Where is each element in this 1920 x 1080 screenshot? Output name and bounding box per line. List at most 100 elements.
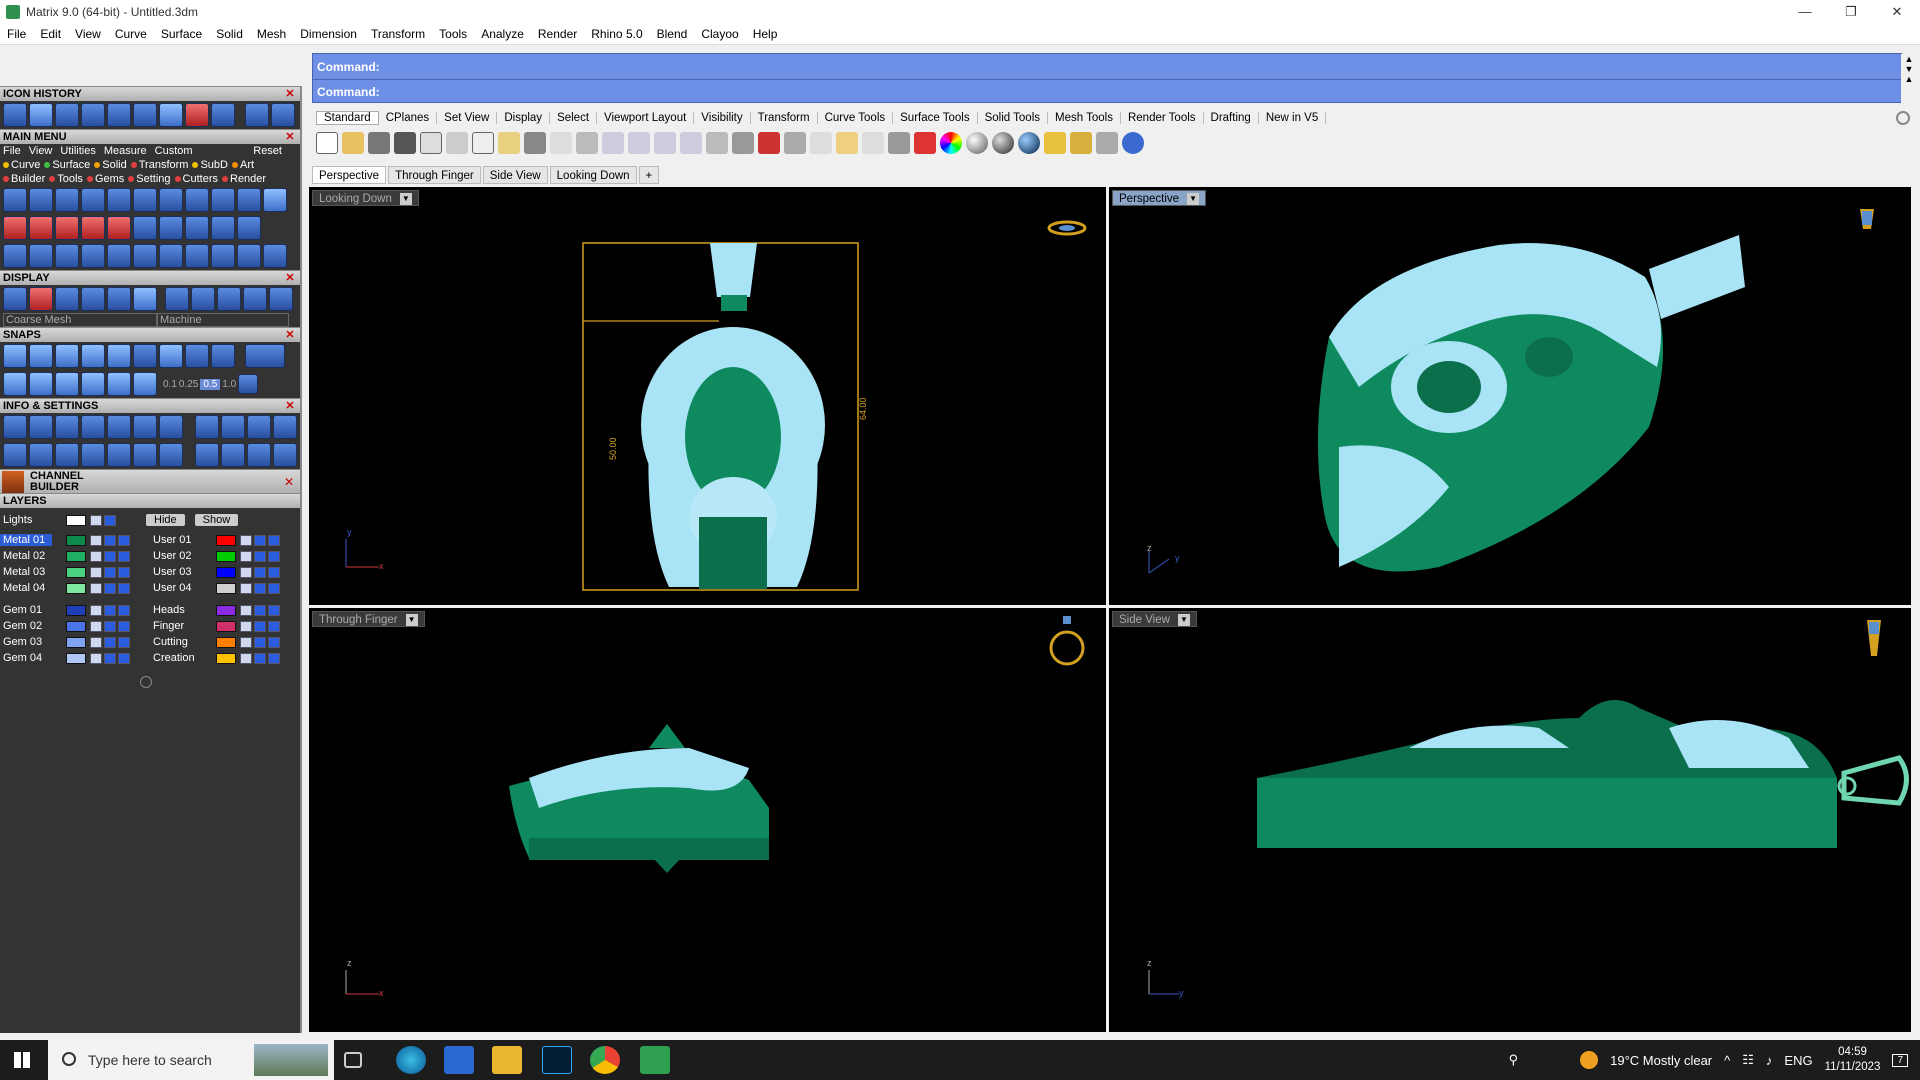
layer-current-icon[interactable] [118, 582, 130, 594]
metal-sphere-icon[interactable] [165, 287, 189, 311]
info-g-icon[interactable] [247, 443, 271, 467]
history-snap-icon[interactable] [133, 372, 157, 396]
undo-icon[interactable] [524, 132, 546, 154]
menu-analyze[interactable]: Analyze [474, 27, 531, 41]
add-point-icon[interactable] [3, 216, 27, 240]
car-icon[interactable] [758, 132, 780, 154]
layer-row[interactable]: User 04 [150, 580, 300, 596]
cone-tool-icon[interactable] [133, 188, 157, 212]
chart-tool-icon[interactable] [159, 244, 183, 268]
layer-current-icon[interactable] [268, 636, 280, 648]
layer-name[interactable]: Gem 03 [0, 636, 52, 648]
layer-name[interactable]: Metal 03 [0, 566, 52, 578]
layer-visible-icon[interactable] [254, 566, 266, 578]
layer-row[interactable]: Gem 04 [0, 650, 150, 666]
mm-art[interactable]: Art [231, 159, 254, 171]
surface-tool-icon[interactable] [159, 103, 183, 127]
square-tool-icon[interactable] [211, 244, 235, 268]
layer-current-icon[interactable] [268, 620, 280, 632]
layer-current-icon[interactable] [118, 550, 130, 562]
command-scrollbar[interactable]: ▲ ▼ ▲ [1901, 54, 1917, 104]
layer-name[interactable]: User 02 [150, 550, 202, 562]
shield-tool-icon[interactable] [185, 188, 209, 212]
export-icon[interactable] [420, 132, 442, 154]
color-wheel-icon[interactable] [940, 132, 962, 154]
options-gear-icon[interactable] [1070, 132, 1092, 154]
close-icon[interactable]: ✕ [284, 272, 296, 284]
menu-clayoo[interactable]: Clayoo [694, 27, 745, 41]
tray-overflow-icon[interactable]: ^ [1724, 1053, 1730, 1068]
photoshop-icon[interactable] [542, 1046, 572, 1074]
snap-value-0.5[interactable]: 0.5 [200, 378, 221, 390]
viewport-through-finger[interactable]: Through Finger ▼ z x [309, 608, 1106, 1032]
layer-name[interactable]: Heads [150, 604, 202, 616]
layer-visible-icon[interactable] [254, 604, 266, 616]
grid-icon[interactable] [238, 374, 259, 394]
snap-mid-icon[interactable] [81, 344, 105, 368]
layer-name[interactable]: Metal 04 [0, 582, 52, 594]
layer-color-swatch[interactable] [66, 620, 86, 632]
task-view-icon[interactable] [344, 1052, 362, 1068]
screen-icon[interactable] [29, 443, 53, 467]
gold-sphere-icon[interactable] [243, 287, 267, 311]
layer-current-icon[interactable] [268, 604, 280, 616]
clock[interactable]: 04:59 11/11/2023 [1825, 1045, 1881, 1075]
layer-current-icon[interactable] [118, 652, 130, 664]
layer-current-icon[interactable] [268, 534, 280, 546]
menu-dimension[interactable]: Dimension [293, 27, 364, 41]
cut-icon[interactable] [446, 132, 468, 154]
tab-visibility[interactable]: Visibility [694, 112, 751, 124]
layer-current-icon[interactable] [118, 620, 130, 632]
mm-subd[interactable]: SubD [192, 159, 228, 171]
info-f-icon[interactable] [221, 443, 245, 467]
tab-display[interactable]: Display [497, 112, 551, 124]
shaded-icon[interactable] [81, 287, 105, 311]
mm-file[interactable]: File [3, 145, 21, 157]
pen-tool-icon[interactable] [185, 103, 209, 127]
history-tool-icon[interactable] [3, 103, 27, 127]
toolbar-settings-icon[interactable] [1896, 111, 1910, 125]
ortho-icon[interactable] [29, 372, 53, 396]
info-h-icon[interactable] [273, 443, 297, 467]
magnifier-icon[interactable] [29, 415, 53, 439]
menu-blend[interactable]: Blend [650, 27, 695, 41]
add-viewport-button[interactable]: + [638, 166, 660, 184]
mm-measure[interactable]: Measure [104, 145, 147, 157]
layer-row[interactable]: Metal 03 [0, 564, 150, 580]
layer-lock-icon[interactable] [90, 636, 102, 648]
tab-viewport-layout[interactable]: Viewport Layout [597, 112, 695, 124]
arc-tool-icon[interactable] [81, 216, 105, 240]
tab-solid-tools[interactable]: Solid Tools [978, 112, 1048, 124]
lights-visible-icon[interactable] [104, 514, 116, 526]
gallery-tool-icon[interactable] [133, 216, 157, 240]
layer-lock-icon[interactable] [240, 582, 252, 594]
edge-browser-icon[interactable] [396, 1046, 426, 1074]
layer-color-swatch[interactable] [216, 636, 236, 648]
mm-transform[interactable]: Transform [130, 159, 188, 171]
layer-visible-icon[interactable] [104, 582, 116, 594]
menu-curve[interactable]: Curve [108, 27, 154, 41]
info-d-icon[interactable] [273, 415, 297, 439]
dark-sphere-icon[interactable] [269, 287, 293, 311]
open-folder-icon[interactable] [55, 103, 79, 127]
print-icon[interactable] [394, 132, 416, 154]
layer-lock-icon[interactable] [240, 604, 252, 616]
mm-surface[interactable]: Surface [44, 159, 90, 171]
layer-row[interactable]: User 02 [150, 548, 300, 564]
menu-tools[interactable]: Tools [432, 27, 474, 41]
snap-perp-icon[interactable] [107, 344, 131, 368]
vptab-perspective[interactable]: Perspective [312, 166, 387, 184]
doc-icon[interactable] [81, 443, 105, 467]
snap-center-icon[interactable] [159, 344, 183, 368]
volume-icon[interactable]: ♪ [1766, 1053, 1773, 1068]
pan-hand-icon[interactable] [550, 132, 572, 154]
layer-visible-icon[interactable] [104, 604, 116, 616]
layer-lock-icon[interactable] [90, 582, 102, 594]
panel-tool-icon[interactable] [263, 188, 287, 212]
layer-row[interactable]: Metal 01 [0, 532, 150, 548]
dimension-icon[interactable] [1096, 132, 1118, 154]
snap-point-icon[interactable] [55, 344, 79, 368]
layer-color-swatch[interactable] [66, 604, 86, 616]
filter-icon[interactable] [107, 443, 131, 467]
layer-lock-icon[interactable] [240, 652, 252, 664]
